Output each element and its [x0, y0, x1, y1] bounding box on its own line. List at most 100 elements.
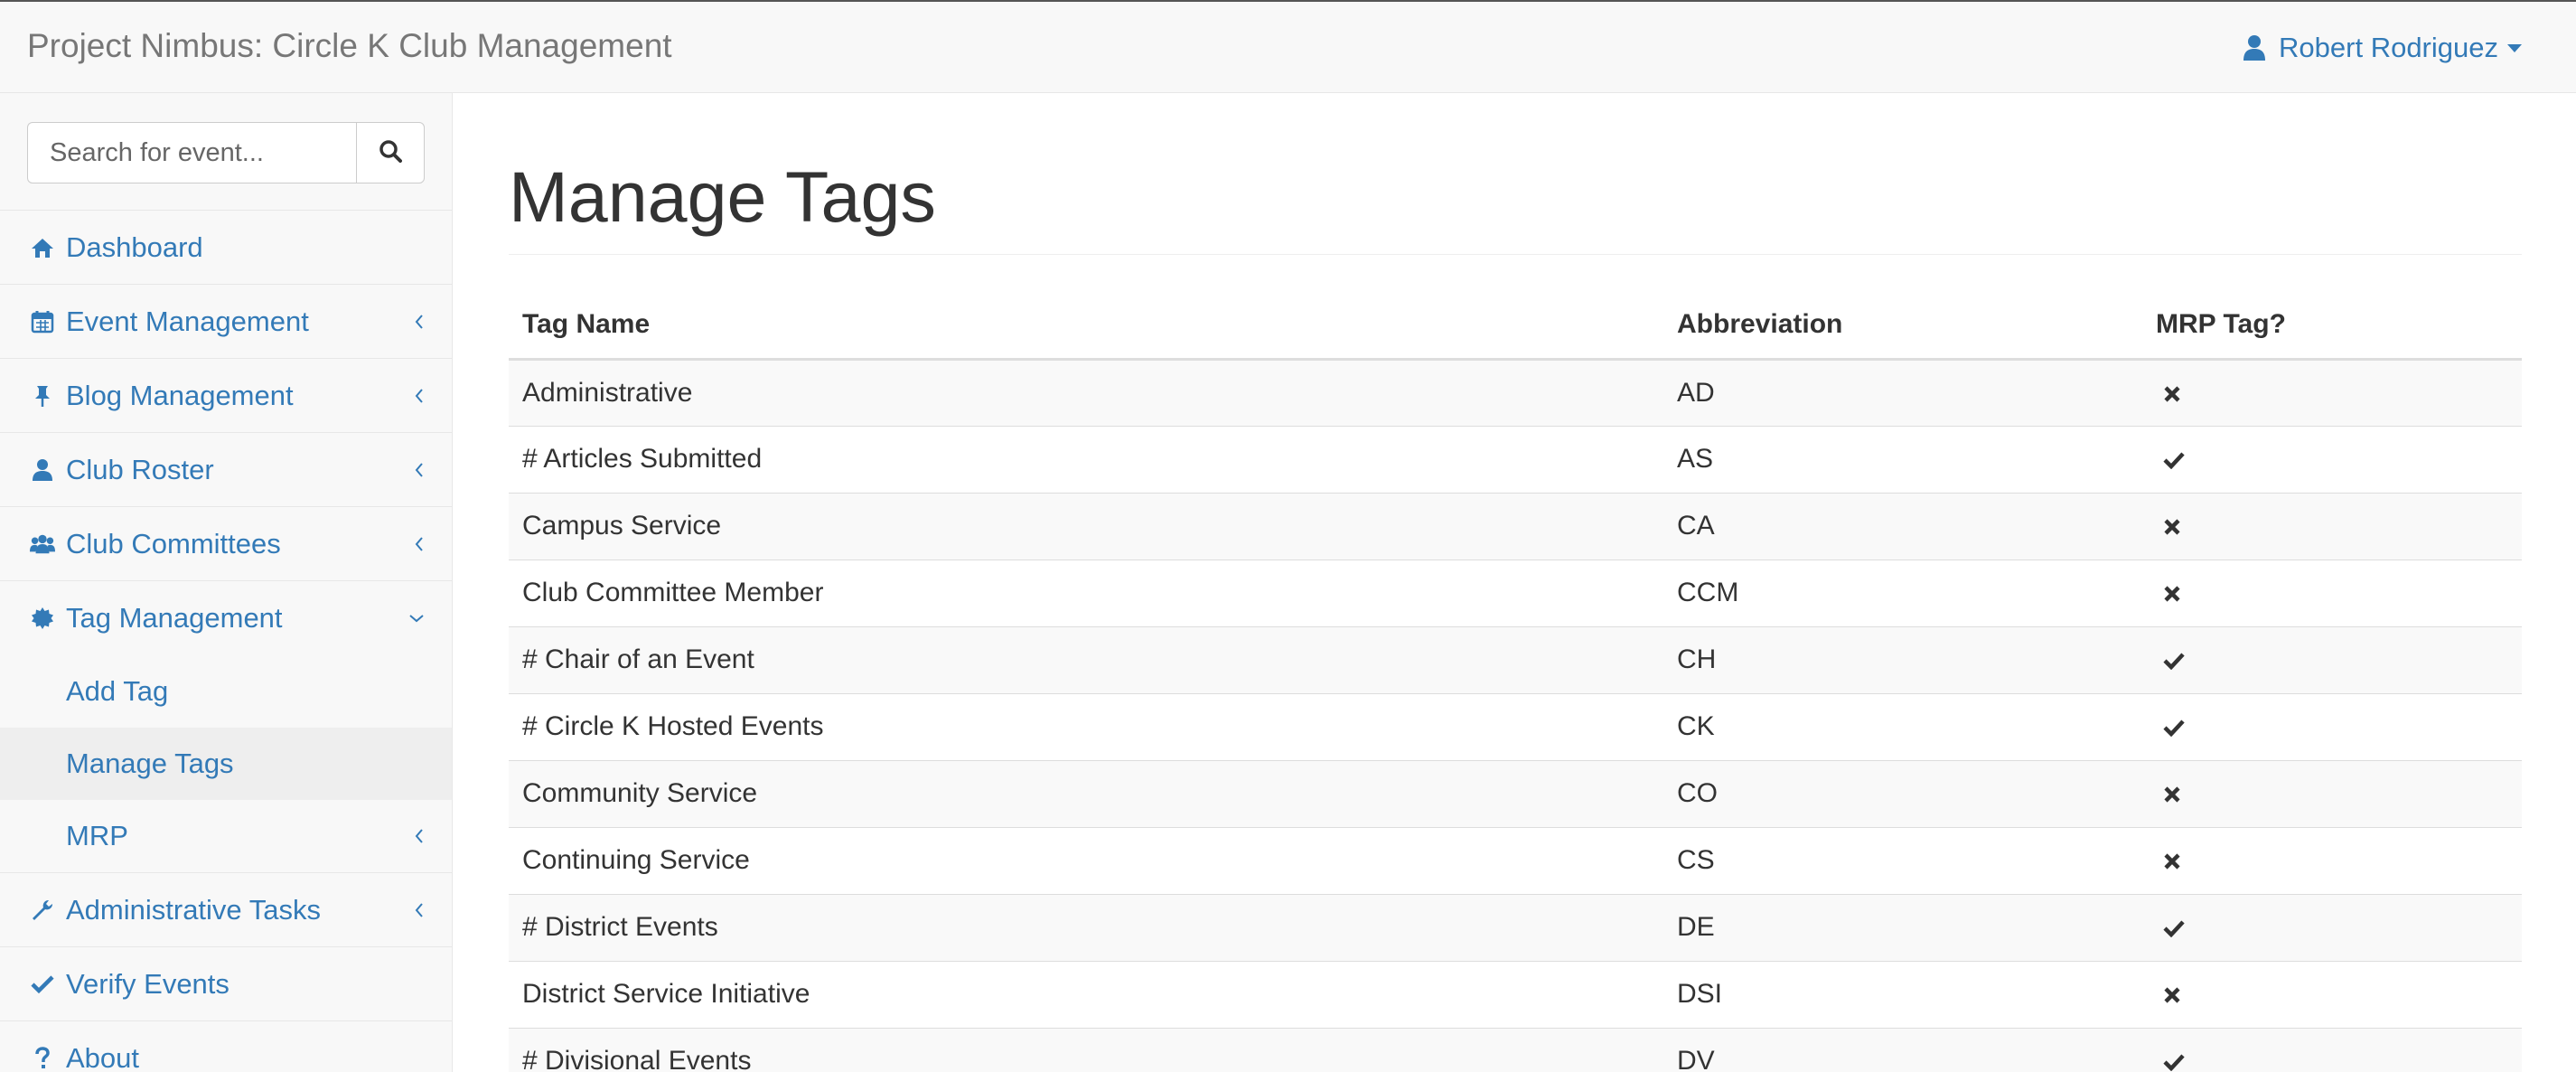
chevron-down-icon [408, 613, 425, 624]
pushpin-icon [30, 383, 55, 409]
chevron-left-icon [414, 902, 425, 918]
sidebar-item-blog-management[interactable]: Blog Management [0, 359, 452, 433]
table-row: # Articles Submitted AS [509, 425, 2522, 493]
sidebar-item-label: Dashboard [66, 230, 203, 263]
mrp-tag-cell [2142, 893, 2522, 961]
check-icon [2163, 652, 2185, 671]
user-menu[interactable]: Robert Rodriguez [2243, 29, 2522, 67]
main-content: Manage Tags Tag Name Abbreviation MRP Ta… [509, 93, 2522, 1072]
abbreviation-cell: AS [1663, 425, 2142, 493]
column-header-abbreviation: Abbreviation [1663, 291, 2142, 361]
mrp-tag-cell [2142, 692, 2522, 760]
sidebar-search [0, 93, 452, 211]
user-icon [2243, 34, 2266, 61]
sidebar-item-administrative-tasks[interactable]: Administrative Tasks [0, 873, 452, 947]
question-icon [30, 1046, 55, 1071]
abbreviation-cell: DSI [1663, 960, 2142, 1028]
sidebar-item-manage-tags[interactable]: Manage Tags [0, 728, 452, 800]
sidebar-item-label: About [66, 1041, 140, 1072]
calendar-icon [30, 309, 55, 334]
column-header-tag-name: Tag Name [509, 291, 1663, 361]
table-row: Campus Service CA [509, 492, 2522, 560]
tag-management-submenu: Add Tag Manage Tags MRP [0, 655, 452, 873]
close-icon [2163, 986, 2181, 1004]
caret-down-icon [2507, 43, 2522, 52]
sidebar-item-about[interactable]: About [0, 1021, 452, 1072]
tag-name-cell: Community Service [509, 759, 1663, 827]
abbreviation-cell: CO [1663, 759, 2142, 827]
sidebar-item-verify-events[interactable]: Verify Events [0, 947, 452, 1021]
close-icon [2163, 785, 2181, 804]
mrp-tag-cell [2142, 425, 2522, 493]
app-title[interactable]: Project Nimbus: Circle K Club Management [27, 25, 672, 67]
sidebar-item-dashboard[interactable]: Dashboard [0, 211, 452, 285]
users-icon [30, 531, 55, 557]
user-name: Robert Rodriguez [2279, 32, 2498, 63]
mrp-tag-cell [2142, 826, 2522, 894]
table-row: # District Events DE [509, 893, 2522, 961]
sidebar-item-label: Manage Tags [66, 748, 234, 779]
chevron-left-icon [414, 388, 425, 404]
mrp-tag-cell [2142, 559, 2522, 626]
mrp-tag-cell [2142, 1027, 2522, 1072]
tag-name-cell: # District Events [509, 893, 1663, 961]
mrp-tag-cell [2142, 492, 2522, 560]
abbreviation-cell: DE [1663, 893, 2142, 961]
table-row: Club Committee Member CCM [509, 559, 2522, 626]
search-icon [379, 139, 402, 167]
tag-name-cell: District Service Initiative [509, 960, 1663, 1028]
top-navbar: Project Nimbus: Circle K Club Management… [0, 0, 2576, 93]
abbreviation-cell: CS [1663, 826, 2142, 894]
sidebar-item-label: Event Management [66, 305, 309, 337]
home-icon [30, 235, 55, 260]
table-row: Administrative AD [509, 358, 2522, 426]
chevron-left-icon [414, 462, 425, 478]
check-icon [2163, 451, 2185, 470]
sidebar-item-label: Tag Management [66, 602, 283, 634]
tag-name-cell: Campus Service [509, 492, 1663, 560]
sidebar-item-club-committees[interactable]: Club Committees [0, 507, 452, 581]
tags-table: Tag Name Abbreviation MRP Tag? Administr… [509, 291, 2522, 1072]
tag-name-cell: # Chair of an Event [509, 625, 1663, 693]
check-icon [2163, 719, 2185, 738]
table-body: Administrative AD # Articles Submitted AS Ca… [509, 358, 2522, 1072]
abbreviation-cell: CA [1663, 492, 2142, 560]
sidebar-item-label: Blog Management [66, 379, 294, 411]
table-row: Community Service CO [509, 759, 2522, 827]
sidebar-item-label: Administrative Tasks [66, 893, 321, 926]
sidebar-item-event-management[interactable]: Event Management [0, 285, 452, 359]
chevron-left-icon [414, 536, 425, 552]
sidebar-item-label: Club Committees [66, 527, 281, 560]
sidebar-item-label: Club Roster [66, 453, 214, 485]
sidebar-item-label: MRP [66, 820, 128, 851]
sidebar-item-label: Verify Events [66, 967, 229, 1000]
tag-name-cell: Club Committee Member [509, 559, 1663, 626]
abbreviation-cell: CH [1663, 625, 2142, 693]
check-icon [2163, 1053, 2185, 1072]
tag-name-cell: Continuing Service [509, 826, 1663, 894]
table-row: # Chair of an Event CH [509, 625, 2522, 693]
certificate-icon [30, 606, 55, 631]
search-input[interactable] [27, 122, 356, 183]
sidebar-item-mrp[interactable]: MRP [0, 800, 452, 872]
wrench-icon [30, 898, 55, 923]
sidebar-item-label: Add Tag [66, 675, 169, 707]
check-icon [2163, 919, 2185, 938]
abbreviation-cell: CK [1663, 692, 2142, 760]
table-row: # Divisional Events DV [509, 1027, 2522, 1072]
mrp-tag-cell [2142, 358, 2522, 426]
column-header-mrp-tag: MRP Tag? [2142, 291, 2522, 361]
close-icon [2163, 518, 2181, 536]
search-button[interactable] [356, 122, 425, 183]
sidebar-item-club-roster[interactable]: Club Roster [0, 433, 452, 507]
tag-name-cell: # Circle K Hosted Events [509, 692, 1663, 760]
table-header-row: Tag Name Abbreviation MRP Tag? [509, 291, 2522, 361]
tag-name-cell: # Divisional Events [509, 1027, 1663, 1072]
abbreviation-cell: AD [1663, 358, 2142, 426]
sidebar: Dashboard Event Management Blog Manageme… [0, 93, 453, 1072]
sidebar-item-add-tag[interactable]: Add Tag [0, 655, 452, 728]
sidebar-item-tag-management[interactable]: Tag Management [0, 581, 452, 655]
mrp-tag-cell [2142, 625, 2522, 693]
close-icon [2163, 385, 2181, 403]
mrp-tag-cell [2142, 960, 2522, 1028]
